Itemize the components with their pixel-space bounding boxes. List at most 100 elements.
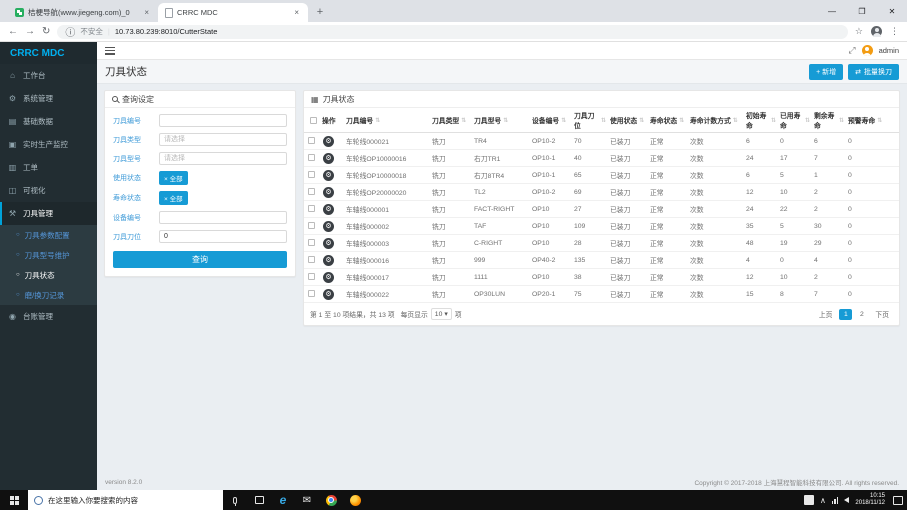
- action-center-icon[interactable]: [893, 496, 903, 505]
- info-icon[interactable]: ⓘ: [65, 24, 75, 39]
- use-state-all-tag[interactable]: × 全部: [159, 171, 188, 185]
- sort-icon[interactable]: ⇅: [877, 117, 882, 124]
- sidebar-item-basic-data[interactable]: ▤ 基础数据: [0, 110, 97, 133]
- forward-icon[interactable]: →: [25, 26, 35, 37]
- row-actions-gear-button[interactable]: ⚙: [323, 170, 334, 181]
- submenu-item-cutter-params[interactable]: ○ 刀具参数配置: [0, 225, 97, 245]
- app-logo[interactable]: CRRC MDC: [0, 42, 97, 64]
- mail-icon[interactable]: ✉: [295, 490, 319, 510]
- row-checkbox[interactable]: [308, 273, 315, 280]
- sort-icon[interactable]: ⇅: [733, 117, 738, 124]
- sort-icon[interactable]: ⇅: [679, 117, 684, 124]
- device-no-input[interactable]: [159, 211, 287, 224]
- sidebar-item-workbench[interactable]: ⌂ 工作台: [0, 64, 97, 87]
- row-checkbox[interactable]: [308, 239, 315, 246]
- sort-icon[interactable]: ⇅: [375, 117, 380, 124]
- taskbar-search-input[interactable]: 在这里输入你要搜索的内容: [28, 490, 223, 510]
- sort-icon[interactable]: ⇅: [601, 117, 606, 124]
- batch-change-button[interactable]: ⇄ 批量换刀: [848, 64, 899, 80]
- tab-close-icon[interactable]: ×: [142, 8, 151, 17]
- url-input[interactable]: ⓘ 不安全 | 10.73.80.239:8010/CutterState: [57, 25, 848, 39]
- column-header[interactable]: 已用寿命⇅: [778, 108, 812, 132]
- task-view-icon[interactable]: [247, 490, 271, 510]
- column-header[interactable]: 刀具型号⇅: [472, 113, 530, 127]
- back-icon[interactable]: ←: [8, 26, 18, 37]
- sidebar-item-work-order[interactable]: ▥ 工单: [0, 156, 97, 179]
- tool-pos-input[interactable]: [159, 230, 287, 243]
- browser-tab-jiegeng[interactable]: 桔梗导航(www.jiegeng.com)_0 ×: [8, 3, 158, 22]
- row-actions-gear-button[interactable]: ⚙: [323, 289, 334, 300]
- sort-icon[interactable]: ⇅: [839, 117, 844, 124]
- life-state-all-tag[interactable]: × 全部: [159, 191, 188, 205]
- row-checkbox[interactable]: [308, 137, 315, 144]
- column-header[interactable]: 设备编号⇅: [530, 113, 572, 127]
- start-button[interactable]: [0, 490, 28, 510]
- new-tab-button[interactable]: +: [312, 4, 328, 20]
- row-checkbox[interactable]: [308, 222, 315, 229]
- submenu-item-cutter-state[interactable]: ○ 刀具状态: [0, 265, 97, 285]
- row-actions-gear-button[interactable]: ⚙: [323, 136, 334, 147]
- select-all-checkbox[interactable]: [310, 117, 317, 124]
- add-button[interactable]: + 新增: [809, 64, 843, 80]
- column-header[interactable]: 刀具编号⇅: [344, 113, 430, 127]
- row-checkbox[interactable]: [308, 205, 315, 212]
- sort-icon[interactable]: ⇅: [461, 117, 466, 124]
- reload-icon[interactable]: ↻: [42, 26, 50, 37]
- column-header[interactable]: 初始寿命⇅: [744, 108, 778, 132]
- row-checkbox[interactable]: [308, 154, 315, 161]
- row-checkbox[interactable]: [308, 188, 315, 195]
- tray-expand-icon[interactable]: ∧: [820, 496, 826, 505]
- taskbar-clock[interactable]: 10:15 2018/11/12: [855, 493, 885, 507]
- row-actions-gear-button[interactable]: ⚙: [323, 187, 334, 198]
- hamburger-menu-icon[interactable]: [105, 47, 115, 55]
- next-page-button[interactable]: 下页: [871, 307, 893, 321]
- row-actions-gear-button[interactable]: ⚙: [323, 221, 334, 232]
- sort-icon[interactable]: ⇅: [503, 117, 508, 124]
- sidebar-item-ledger-mgmt[interactable]: ◉ 台账管理: [0, 305, 97, 328]
- sidebar-item-realtime-monitor[interactable]: ▣ 实时生产监控: [0, 133, 97, 156]
- sort-icon[interactable]: ⇅: [561, 117, 566, 124]
- submenu-item-cutter-model[interactable]: ○ 刀具型号维护: [0, 245, 97, 265]
- bookmark-star-icon[interactable]: ☆: [855, 26, 863, 37]
- sidebar-item-system-mgmt[interactable]: ⚙ 系统管理: [0, 87, 97, 110]
- query-submit-button[interactable]: 查询: [113, 251, 287, 268]
- row-actions-gear-button[interactable]: ⚙: [323, 153, 334, 164]
- per-page-select[interactable]: 10 ▾: [431, 308, 452, 320]
- column-header[interactable]: 刀具刀位⇅: [572, 108, 608, 132]
- sidebar-item-visualization[interactable]: ◫ 可视化: [0, 179, 97, 202]
- browser-tab-crrc-mdc[interactable]: CRRC MDC ×: [158, 3, 308, 22]
- row-actions-gear-button[interactable]: ⚙: [323, 272, 334, 283]
- sidebar-item-cutter-mgmt[interactable]: ⚒ 刀具管理: [0, 202, 97, 225]
- firefox-icon[interactable]: [343, 490, 367, 510]
- column-header[interactable]: 剩余寿命⇅: [812, 108, 846, 132]
- fullscreen-icon[interactable]: ⤢: [848, 45, 855, 56]
- column-header[interactable]: 寿命状态⇅: [648, 113, 688, 127]
- volume-icon[interactable]: [844, 497, 849, 503]
- tab-close-icon[interactable]: ×: [292, 8, 301, 17]
- sort-icon[interactable]: ⇅: [639, 117, 644, 124]
- row-actions-gear-button[interactable]: ⚙: [323, 255, 334, 266]
- edge-icon[interactable]: e: [271, 490, 295, 510]
- row-checkbox[interactable]: [308, 171, 315, 178]
- maximize-button[interactable]: ❐: [847, 0, 877, 22]
- ime-indicator-icon[interactable]: [804, 495, 814, 505]
- page-2-button[interactable]: 2: [855, 309, 868, 320]
- column-header[interactable]: 预警寿命⇅: [846, 113, 899, 127]
- submenu-item-change-records[interactable]: ○ 磨/换刀记录: [0, 285, 97, 305]
- row-actions-gear-button[interactable]: ⚙: [323, 204, 334, 215]
- column-header[interactable]: 使用状态⇅: [608, 113, 648, 127]
- tool-type-select[interactable]: [159, 133, 287, 146]
- row-checkbox[interactable]: [308, 256, 315, 263]
- mic-icon[interactable]: [223, 490, 247, 510]
- sort-icon[interactable]: ⇅: [805, 117, 810, 124]
- user-avatar[interactable]: [862, 45, 873, 56]
- tool-no-input[interactable]: [159, 114, 287, 127]
- column-header[interactable]: 刀具类型⇅: [430, 113, 472, 127]
- chrome-icon[interactable]: [319, 490, 343, 510]
- column-header[interactable]: 寿命计数方式⇅: [688, 113, 744, 127]
- page-1-button[interactable]: 1: [839, 309, 852, 320]
- prev-page-button[interactable]: 上页: [815, 307, 837, 321]
- close-window-button[interactable]: ✕: [877, 0, 907, 22]
- browser-menu-icon[interactable]: ⋮: [890, 26, 899, 37]
- network-icon[interactable]: [832, 496, 839, 504]
